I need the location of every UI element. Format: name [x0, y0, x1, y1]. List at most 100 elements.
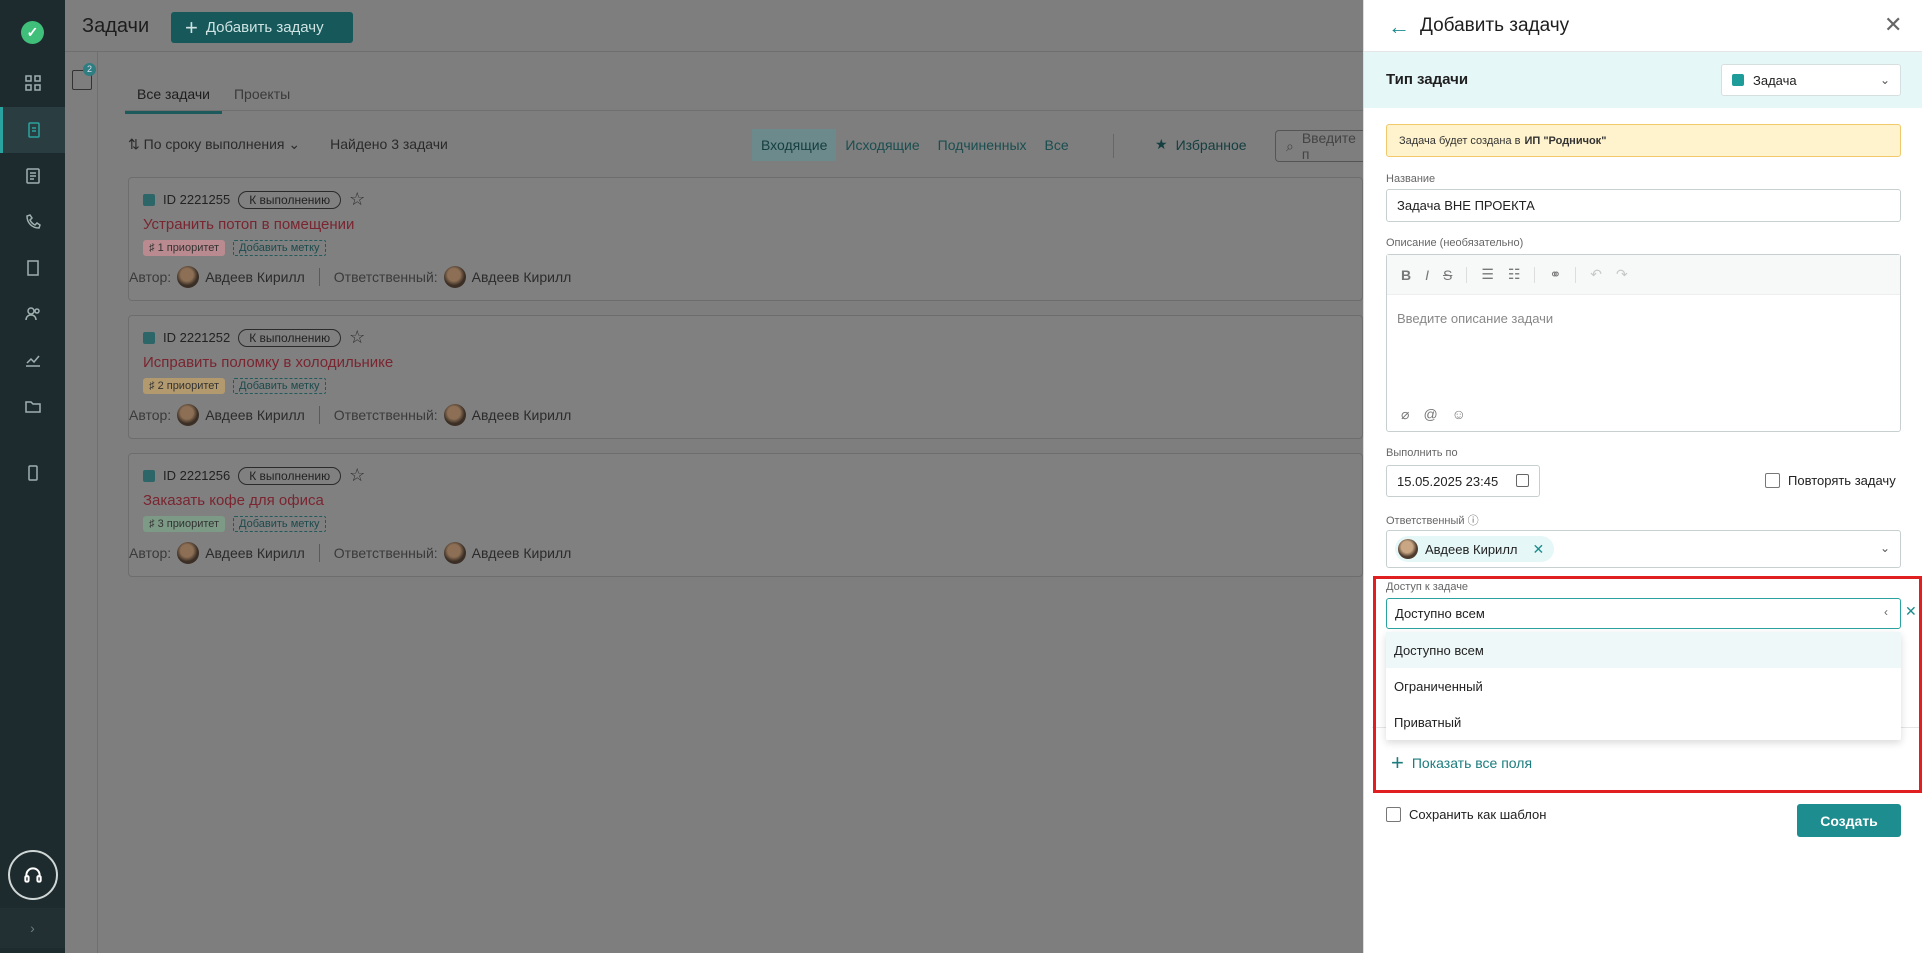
add-tag-button[interactable]: Добавить метку: [233, 378, 326, 394]
add-task-label: Добавить задачу: [205, 19, 324, 36]
task-id: ID 2221255: [163, 192, 231, 207]
analytics-icon[interactable]: [0, 337, 65, 383]
status-badge[interactable]: К выполнению: [238, 466, 342, 485]
star-icon[interactable]: ☆: [349, 465, 365, 486]
search-input[interactable]: ⌕ Введите п: [1275, 130, 1363, 162]
bold-icon[interactable]: B: [1401, 267, 1411, 283]
bullet-list-icon[interactable]: ☰: [1481, 266, 1494, 283]
dashboard-icon[interactable]: [0, 60, 65, 106]
star-icon[interactable]: ☆: [349, 327, 365, 348]
book-icon[interactable]: [0, 245, 65, 291]
sort-label: По сроку выполнения: [143, 136, 285, 152]
numbered-list-icon[interactable]: ☷: [1508, 266, 1521, 283]
task-name[interactable]: Устранить потоп в помещении: [143, 216, 354, 233]
description-placeholder: Введите описание задачи: [1397, 311, 1554, 326]
responsible-name[interactable]: Авдеев Кирилл: [472, 407, 572, 423]
task-id: ID 2221256: [163, 468, 231, 483]
task-name[interactable]: Заказать кофе для офиса: [143, 492, 324, 509]
back-arrow-icon[interactable]: ←: [1388, 14, 1410, 40]
folder-icon[interactable]: [0, 383, 65, 429]
priority-icon: ♯: [149, 242, 158, 254]
highlight-box: [1373, 576, 1922, 793]
app-logo-icon[interactable]: ✓: [21, 21, 44, 44]
emoji-icon[interactable]: ☺: [1452, 406, 1466, 423]
task-card[interactable]: ID 2221256 К выполнению ☆ Заказать кофе дл…: [128, 453, 1363, 577]
author-name[interactable]: Авдеев Кирилл: [205, 269, 305, 285]
favorites-button[interactable]: ★ Избранное: [1155, 136, 1247, 153]
remove-chip-icon[interactable]: ✕: [1533, 541, 1545, 558]
users-icon[interactable]: [0, 291, 65, 337]
tab-all-tasks[interactable]: Все задачи: [125, 80, 222, 114]
avatar: [443, 404, 466, 426]
description-editor[interactable]: B I S ☰ ☷ ⚭ ↶ ↷ Введите описание задачи …: [1386, 254, 1901, 432]
segment-all[interactable]: Все: [1036, 129, 1078, 161]
status-badge[interactable]: К выполнению: [238, 190, 342, 209]
avatar: [177, 404, 200, 426]
responsible-chip-name: Авдеев Кирилл: [1425, 541, 1518, 557]
link-icon[interactable]: ⚭: [1549, 266, 1561, 283]
expand-rail-chevron-icon[interactable]: ›: [0, 908, 65, 948]
responsible-label-text: Ответственный: [1386, 515, 1465, 527]
strikethrough-icon[interactable]: S: [1443, 267, 1452, 283]
priority-icon: ♯: [149, 380, 158, 392]
favorites-label: Избранное: [1175, 136, 1247, 153]
add-tag-button[interactable]: Добавить метку: [233, 516, 326, 532]
documents-icon[interactable]: [0, 153, 65, 199]
responsible-label: Ответственный:: [333, 545, 438, 561]
sort-dropdown[interactable]: ⇅ По сроку выполнения ⌄: [128, 136, 300, 153]
phone-icon[interactable]: [0, 199, 65, 245]
undo-icon[interactable]: ↶: [1590, 266, 1602, 283]
responsible-name[interactable]: Авдеев Кирилл: [472, 269, 572, 285]
responsible-name[interactable]: Авдеев Кирилл: [472, 545, 572, 561]
priority-label: 3 приоритет: [157, 518, 220, 530]
responsible-select[interactable]: Авдеев Кирилл ✕ ⌄: [1386, 530, 1901, 568]
attach-icon[interactable]: ⌀: [1401, 406, 1409, 423]
segment-incoming[interactable]: Входящие: [752, 129, 837, 161]
redo-icon[interactable]: ↷: [1616, 266, 1628, 283]
plus-icon: +: [185, 14, 198, 40]
priority-icon: ♯: [149, 518, 158, 530]
checkbox[interactable]: [1765, 473, 1780, 488]
add-tag-button[interactable]: Добавить метку: [233, 240, 326, 256]
add-task-button[interactable]: + Добавить задачу: [171, 12, 353, 43]
responsible-label: Ответственный:: [333, 269, 438, 285]
task-filter-segments: Входящие Исходящие Подчиненных Все: [752, 129, 1078, 161]
task-name-input[interactable]: Задача ВНЕ ПРОЕКТА: [1386, 189, 1901, 222]
mention-icon[interactable]: @: [1423, 406, 1437, 423]
due-date-input[interactable]: 15.05.2025 23:45: [1386, 465, 1540, 497]
due-date-value: 15.05.2025 23:45: [1397, 473, 1499, 489]
italic-icon[interactable]: I: [1425, 267, 1429, 283]
tab-divider: [125, 110, 1363, 111]
segment-subordinates[interactable]: Подчиненных: [929, 129, 1036, 161]
task-card[interactable]: ID 2221252 К выполнению ☆ Исправить поломк…: [128, 315, 1363, 439]
priority-badge: ♯ 1 приоритет: [143, 240, 226, 256]
avatar: [177, 266, 200, 288]
task-type-select[interactable]: Задача ⌄: [1721, 64, 1901, 96]
author-name[interactable]: Авдеев Кирилл: [205, 407, 305, 423]
priority-badge: ♯ 2 приоритет: [143, 378, 226, 394]
repeat-task-checkbox[interactable]: Повторять задачу: [1765, 473, 1896, 488]
support-headset-icon[interactable]: [8, 850, 58, 900]
sort-bar: ⇅ По сроку выполнения ⌄ Найдено 3 задачи: [128, 136, 448, 153]
segment-outgoing[interactable]: Исходящие: [836, 129, 928, 161]
phone-device-icon[interactable]: [0, 450, 65, 496]
page-title: Задачи: [82, 15, 150, 37]
save-template-checkbox[interactable]: Сохранить как шаблон: [1386, 807, 1546, 822]
tasks-icon[interactable]: [0, 107, 65, 153]
task-name[interactable]: Исправить поломку в холодильнике: [143, 354, 393, 371]
checkbox[interactable]: [1386, 807, 1401, 822]
responsible-label: Ответственный ⓘ: [1386, 512, 1479, 528]
status-badge[interactable]: К выполнению: [238, 328, 342, 347]
info-icon[interactable]: ⓘ: [1468, 515, 1479, 527]
calendar-icon[interactable]: [1516, 474, 1529, 487]
task-card[interactable]: ID 2221255 К выполнению ☆ Устранить потоп …: [128, 177, 1363, 301]
star-icon[interactable]: ☆: [349, 189, 365, 210]
task-id: ID 2221252: [163, 330, 231, 345]
close-icon[interactable]: ✕: [1884, 12, 1902, 38]
author-label: Автор:: [129, 407, 172, 423]
author-name[interactable]: Авдеев Кирилл: [205, 545, 305, 561]
task-type-icon: [143, 193, 155, 206]
tab-projects[interactable]: Проекты: [222, 80, 302, 114]
panel-title: Добавить задачу: [1420, 15, 1570, 36]
create-button[interactable]: Создать: [1797, 804, 1901, 837]
